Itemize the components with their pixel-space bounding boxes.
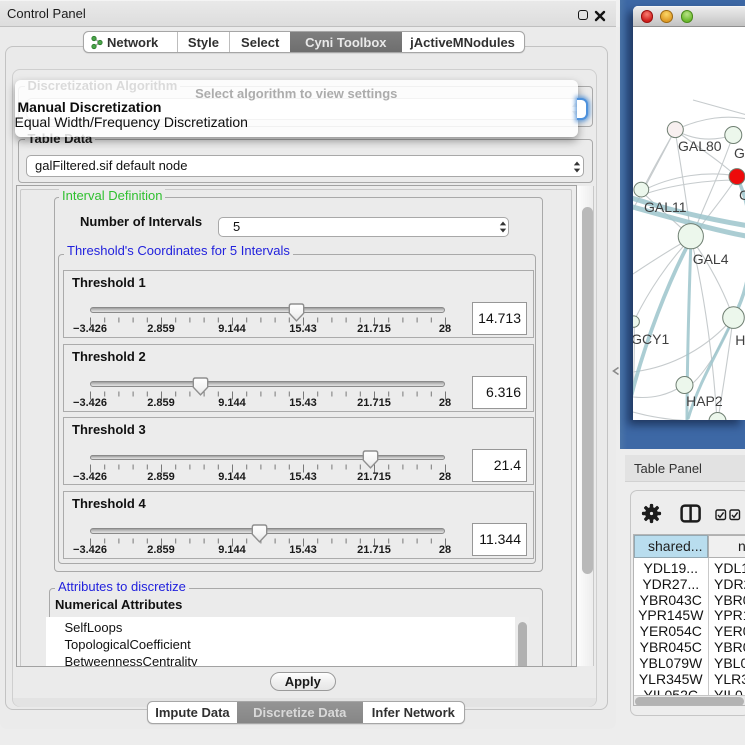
svg-text:HAP2: HAP2 — [686, 393, 723, 409]
svg-text:GAL80: GAL80 — [678, 138, 722, 154]
svg-text:GAL4: GAL4 — [693, 251, 729, 267]
svg-text:GAL11: GAL11 — [644, 199, 687, 215]
svg-text:CY: CY — [739, 187, 745, 203]
svg-text:GAL5: GAL5 — [734, 145, 745, 161]
svg-text:GCY1: GCY1 — [633, 331, 669, 347]
svg-text:HI: HI — [735, 332, 745, 348]
